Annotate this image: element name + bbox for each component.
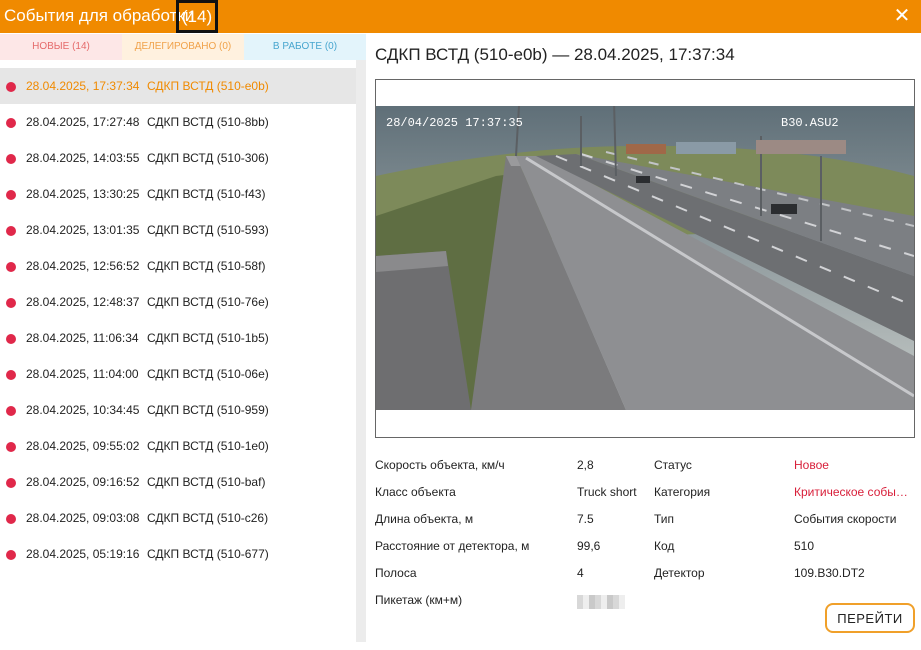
event-name: СДКП ВСТД (510-959) — [147, 403, 269, 417]
event-name: СДКП ВСТД (510-f43) — [147, 187, 266, 201]
camera-snapshot: 28/04/2025 17:37:35 B30.ASU2 — [375, 79, 915, 438]
event-properties: Скорость объекта, км/ч 2,8 Класс объекта… — [375, 452, 915, 612]
event-tabs: НОВЫЕ (14) ДЕЛЕГИРОВАНО (0) В РАБОТЕ (0) — [0, 34, 366, 60]
status-dot — [6, 82, 16, 92]
event-name: СДКП ВСТД (510-76e) — [147, 295, 269, 309]
prop-value-status: Новое — [794, 458, 829, 472]
prop-label-category: Категория — [654, 485, 711, 499]
prop-label-picket: Пикетаж (км+м) — [375, 593, 463, 607]
prop-value-detector: 109.B30.DT2 — [794, 566, 865, 580]
prop-value-speed: 2,8 — [577, 458, 594, 472]
camera-timestamp-overlay: 28/04/2025 17:37:35 — [386, 116, 523, 130]
list-item[interactable]: 28.04.2025, 14:03:55 СДКП ВСТД (510-306) — [0, 140, 356, 176]
list-item[interactable]: 28.04.2025, 10:34:45 СДКП ВСТД (510-959) — [0, 392, 356, 428]
event-datetime: 28.04.2025, 12:56:52 — [26, 259, 140, 273]
list-item[interactable]: 28.04.2025, 17:37:34 СДКП ВСТД (510-e0b) — [0, 68, 356, 104]
status-dot — [6, 550, 16, 560]
prop-value-lane: 4 — [577, 566, 584, 580]
prop-value-code: 510 — [794, 539, 815, 553]
window-titlebar: События для обработки (14) ✕ — [0, 0, 921, 33]
prop-label-detector: Детектор — [654, 566, 705, 580]
event-name: СДКП ВСТД (510-06e) — [147, 367, 269, 381]
event-name: СДКП ВСТД (510-1e0) — [147, 439, 269, 453]
event-name: СДКП ВСТД (510-c26) — [147, 511, 269, 525]
event-datetime: 28.04.2025, 11:04:00 — [26, 367, 139, 381]
camera-id-overlay: B30.ASU2 — [781, 116, 839, 130]
event-name: СДКП ВСТД (510-1b5) — [147, 331, 269, 345]
go-button[interactable]: ПЕРЕЙТИ — [825, 603, 915, 633]
event-detail-title: СДКП ВСТД (510-e0b) — 28.04.2025, 17:37:… — [375, 45, 735, 64]
prop-value-type: События скорости — [794, 512, 897, 526]
tab-new[interactable]: НОВЫЕ (14) — [0, 34, 122, 60]
status-dot — [6, 154, 16, 164]
tab-delegated[interactable]: ДЕЛЕГИРОВАНО (0) — [122, 34, 244, 60]
list-item[interactable]: 28.04.2025, 17:27:48 СДКП ВСТД (510-8bb) — [0, 104, 356, 140]
tab-in-progress[interactable]: В РАБОТЕ (0) — [244, 34, 366, 60]
event-datetime: 28.04.2025, 13:30:25 — [26, 187, 140, 201]
prop-value-class: Truck short — [577, 485, 637, 499]
status-dot — [6, 514, 16, 524]
event-name: СДКП ВСТД (510-e0b) — [147, 79, 269, 93]
event-name: СДКП ВСТД (510-8bb) — [147, 115, 269, 129]
list-item[interactable]: 28.04.2025, 13:30:25 СДКП ВСТД (510-f43) — [0, 176, 356, 212]
event-count-badge: (14) — [176, 0, 218, 33]
list-item[interactable]: 28.04.2025, 11:04:00 СДКП ВСТД (510-06e) — [0, 356, 356, 392]
event-name: СДКП ВСТД (510-677) — [147, 547, 269, 561]
event-datetime: 28.04.2025, 09:55:02 — [26, 439, 140, 453]
list-item[interactable]: 28.04.2025, 09:03:08 СДКП ВСТД (510-c26) — [0, 500, 356, 536]
prop-label-code: Код — [654, 539, 675, 553]
prop-label-status: Статус — [654, 458, 692, 472]
list-item[interactable]: 28.04.2025, 12:48:37 СДКП ВСТД (510-76e) — [0, 284, 356, 320]
prop-value-category: Критическое событие — [794, 485, 909, 499]
event-name: СДКП ВСТД (510-58f) — [147, 259, 266, 273]
event-datetime: 28.04.2025, 17:37:34 — [26, 79, 140, 93]
status-dot — [6, 298, 16, 308]
status-dot — [6, 190, 16, 200]
list-scrollbar[interactable] — [356, 60, 366, 642]
prop-label-type: Тип — [654, 512, 675, 526]
close-icon[interactable]: ✕ — [892, 6, 912, 26]
status-dot — [6, 370, 16, 380]
event-datetime: 28.04.2025, 09:03:08 — [26, 511, 140, 525]
status-dot — [6, 406, 16, 416]
event-name: СДКП ВСТД (510-baf) — [147, 475, 266, 489]
prop-label-lane: Полоса — [375, 566, 417, 580]
status-dot — [6, 262, 16, 272]
camera-image: 28/04/2025 17:37:35 B30.ASU2 — [376, 106, 914, 410]
prop-label-length: Длина объекта, м — [375, 512, 474, 526]
event-datetime: 28.04.2025, 05:19:16 — [26, 547, 140, 561]
event-datetime: 28.04.2025, 09:16:52 — [26, 475, 140, 489]
prop-label-distance: Расстояние от детектора, м — [375, 539, 530, 553]
event-datetime: 28.04.2025, 12:48:37 — [26, 295, 140, 309]
prop-value-length: 7.5 — [577, 512, 594, 526]
list-item[interactable]: 28.04.2025, 13:01:35 СДКП ВСТД (510-593) — [0, 212, 356, 248]
event-list: 28.04.2025, 17:37:34 СДКП ВСТД (510-e0b) … — [0, 68, 356, 640]
status-dot — [6, 334, 16, 344]
event-datetime: 28.04.2025, 10:34:45 — [26, 403, 140, 417]
window-title: События для обработки — [4, 6, 195, 25]
list-item[interactable]: 28.04.2025, 11:06:34 СДКП ВСТД (510-1b5) — [0, 320, 356, 356]
event-name: СДКП ВСТД (510-306) — [147, 151, 269, 165]
event-name: СДКП ВСТД (510-593) — [147, 223, 269, 237]
prop-value-picket-redacted — [577, 595, 625, 609]
status-dot — [6, 442, 16, 452]
status-dot — [6, 478, 16, 488]
event-datetime: 28.04.2025, 13:01:35 — [26, 223, 140, 237]
list-item[interactable]: 28.04.2025, 05:19:16 СДКП ВСТД (510-677) — [0, 536, 356, 572]
event-datetime: 28.04.2025, 11:06:34 — [26, 331, 139, 345]
prop-value-distance: 99,6 — [577, 539, 601, 553]
prop-label-class: Класс объекта — [375, 485, 456, 499]
event-datetime: 28.04.2025, 17:27:48 — [26, 115, 140, 129]
status-dot — [6, 118, 16, 128]
list-item[interactable]: 28.04.2025, 12:56:52 СДКП ВСТД (510-58f) — [0, 248, 356, 284]
status-dot — [6, 226, 16, 236]
event-datetime: 28.04.2025, 14:03:55 — [26, 151, 140, 165]
prop-label-speed: Скорость объекта, км/ч — [375, 458, 505, 472]
list-item[interactable]: 28.04.2025, 09:16:52 СДКП ВСТД (510-baf) — [0, 464, 356, 500]
list-item[interactable]: 28.04.2025, 09:55:02 СДКП ВСТД (510-1e0) — [0, 428, 356, 464]
